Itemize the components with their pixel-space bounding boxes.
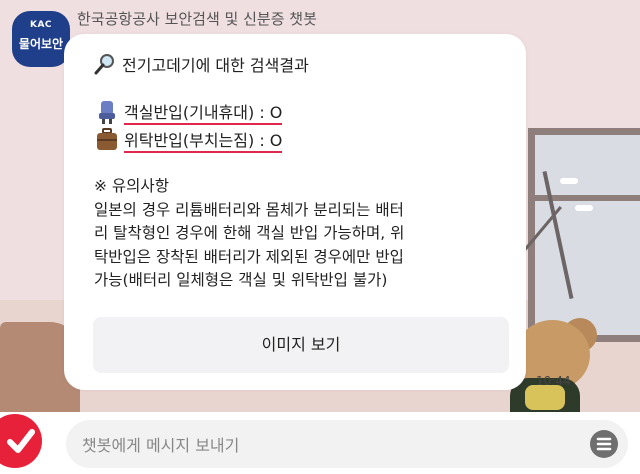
avatar-label: 물어보안 bbox=[18, 37, 64, 51]
carry-on-label: 객실반입(기내휴대) : O bbox=[124, 99, 283, 125]
avatar[interactable]: KAC 물어보안 bbox=[12, 11, 70, 67]
magnifier-icon bbox=[94, 53, 116, 75]
carry-on-row: 객실반입(기내휴대) : O bbox=[94, 99, 283, 125]
result-title: 전기고데기에 대한 검색결과 bbox=[122, 56, 309, 75]
message-input-placeholder: 챗봇에게 메시지 보내기 bbox=[82, 436, 240, 455]
carry-on-seat-icon bbox=[94, 99, 120, 125]
background-bear-belt bbox=[525, 385, 565, 410]
quick-action-button[interactable] bbox=[0, 414, 42, 468]
menu-button[interactable] bbox=[590, 430, 618, 458]
checked-baggage-icon bbox=[94, 127, 120, 153]
notice-line: 리 탈착형인 경우에 한해 객실 반입 가능하며, 위 bbox=[94, 224, 405, 242]
input-bar: 챗봇에게 메시지 보내기 bbox=[0, 412, 640, 474]
result-title-row: 전기고데기에 대한 검색결과 bbox=[94, 52, 309, 76]
view-image-button[interactable]: 이미지 보기 bbox=[93, 317, 509, 373]
checkmark-icon bbox=[7, 429, 35, 453]
notice-block: ※ 유의사항 일본의 경우 리튬배터리와 몸체가 분리되는 배터 리 탈착형인 … bbox=[94, 175, 514, 293]
background-snow bbox=[575, 205, 593, 211]
message-bubble: 전기고데기에 대한 검색결과 객실반입(기내휴대) : O 위탁반입(부치는짐)… bbox=[64, 34, 526, 390]
notice-line: 일본의 경우 리튬배터리와 몸체가 분리되는 배터 bbox=[94, 200, 404, 219]
bot-name: 한국공항공사 보안검색 및 신분증 챗봇 bbox=[77, 10, 317, 28]
checked-baggage-row: 위탁반입(부치는짐) : O bbox=[94, 127, 283, 153]
background-snow bbox=[560, 178, 578, 184]
notice-title: ※ 유의사항 bbox=[94, 177, 169, 195]
hamburger-icon bbox=[596, 437, 612, 451]
notice-line: 가능(배터리 일체형은 객실 및 위탁반입 불가) bbox=[94, 271, 388, 289]
message-time: 10:44 bbox=[536, 374, 571, 388]
background-window bbox=[528, 128, 640, 342]
checked-baggage-label: 위탁반입(부치는짐) : O bbox=[124, 127, 283, 153]
notice-line: 탁반입은 장착된 배터리가 제외된 경우에만 반입 bbox=[94, 247, 404, 266]
avatar-brand: KAC bbox=[29, 20, 53, 30]
message-input[interactable]: 챗봇에게 메시지 보내기 bbox=[66, 420, 628, 468]
